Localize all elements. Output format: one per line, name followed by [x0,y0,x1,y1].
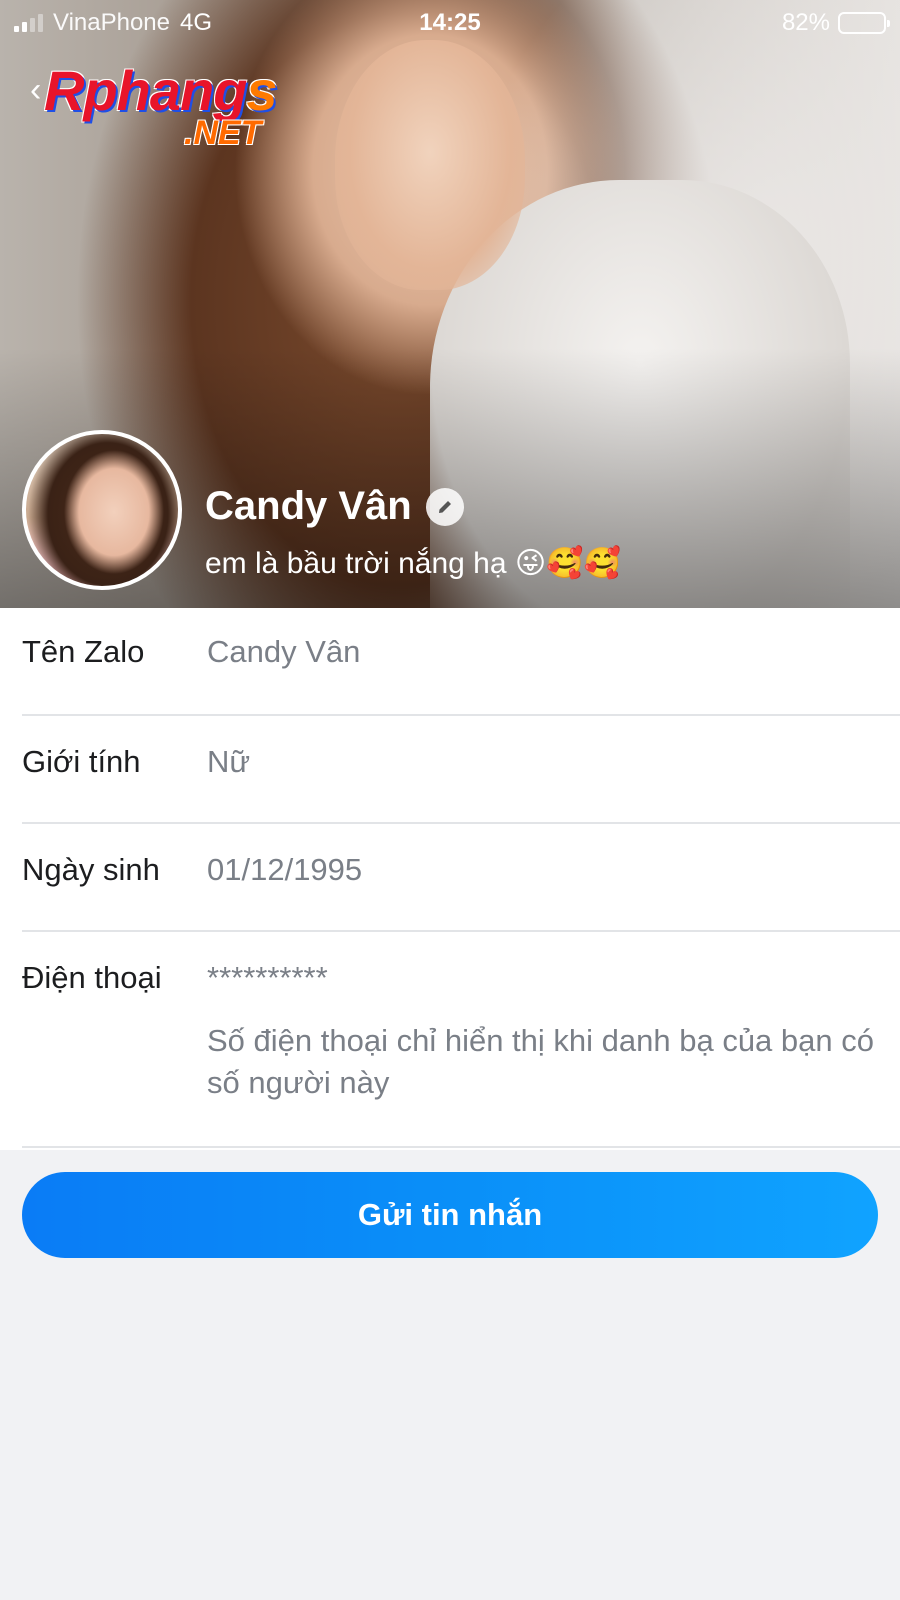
battery-percent: 82% [781,9,830,36]
birthday-value: 01/12/1995 [207,852,363,887]
info-row-gender: Giới tính Nữ [22,716,900,824]
gender-value: Nữ [207,744,251,779]
gender-label: Giới tính [22,744,141,779]
profile-name: Candy Vân [205,484,412,528]
zalo-name-value: Candy Vân [207,634,361,669]
zalo-name-label: Tên Zalo [22,634,145,669]
info-row-phone: Điện thoại ********** Số điện thoại chỉ … [22,932,900,1148]
info-row-zalo-name: Tên Zalo Candy Vân [22,608,900,716]
status-bar: VinaPhone 4G 14:25 82% [0,0,900,46]
chevron-left-icon: ‹ [30,71,42,109]
phone-visibility-note: Số điện thoại chỉ hiển thị khi danh bạ c… [207,1023,874,1100]
profile-info-list: Tên Zalo Candy Vân Giới tính Nữ Ngày sin… [0,608,900,1150]
status-time: 14:25 [419,9,481,36]
battery-icon [838,12,890,34]
cover-photo-face [335,40,525,290]
profile-status: em là bầu trời nắng hạ 😜🥰🥰 [205,547,621,580]
watermark-logo: Rphangs .NET [44,58,314,158]
send-message-button[interactable]: Gửi tin nhắn [22,1172,878,1258]
phone-value: ********** [207,960,328,995]
status-right: 82% [781,9,890,37]
info-row-birthday: Ngày sinh 01/12/1995 [22,824,900,932]
watermark-sub: .NET [184,114,262,152]
profile-name-row: Candy Vân [205,484,464,529]
cover-photo[interactable]: VinaPhone 4G 14:25 82% ‹ Rphangs .NET Ca… [0,0,900,608]
pencil-icon[interactable] [425,487,464,526]
avatar[interactable] [22,430,182,590]
phone-label: Điện thoại [22,960,162,995]
birthday-label: Ngày sinh [22,852,160,887]
